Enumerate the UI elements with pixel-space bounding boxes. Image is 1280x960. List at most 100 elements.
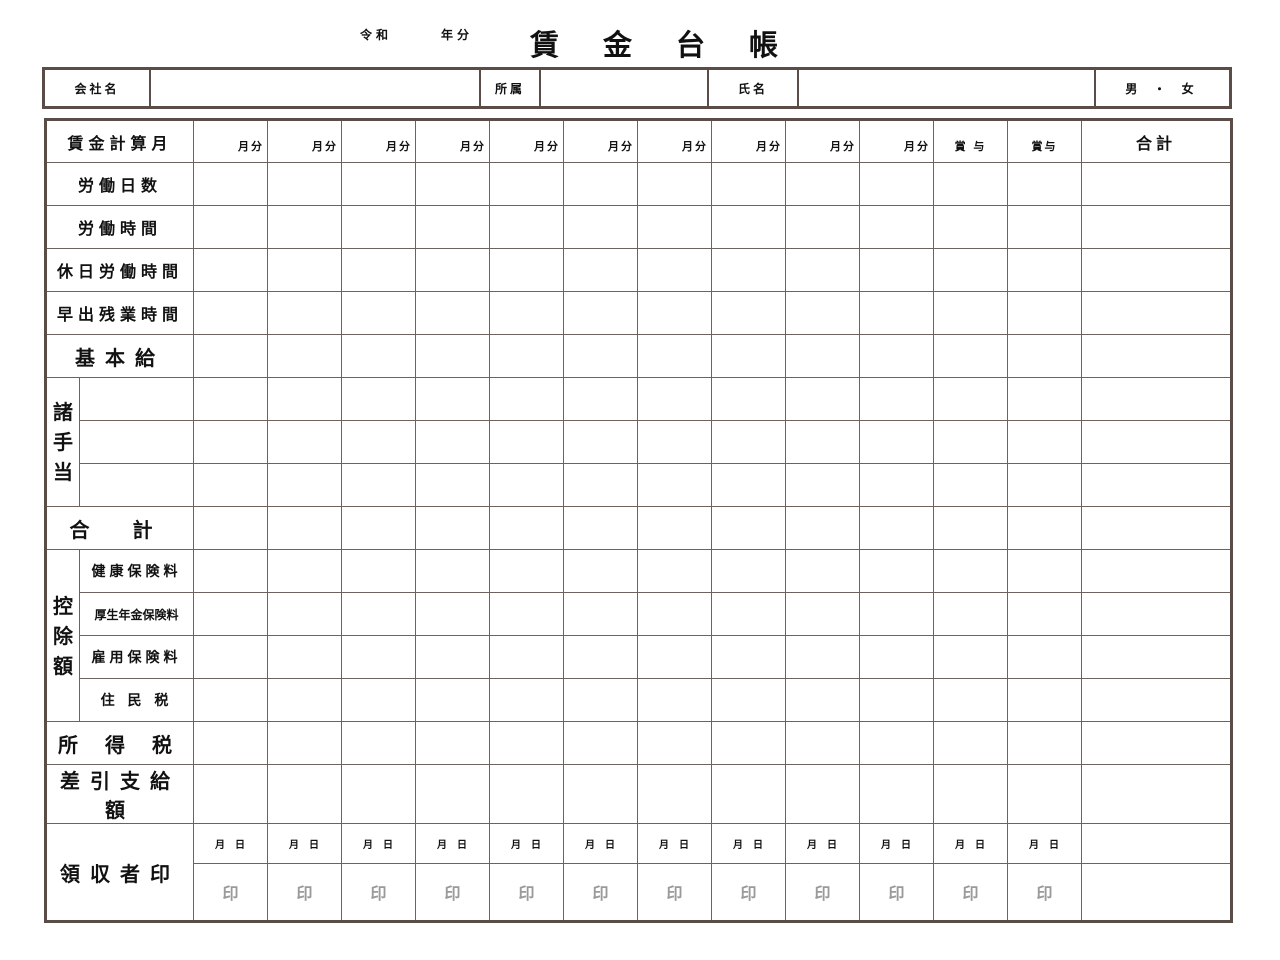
work_days-cell-2[interactable] xyxy=(267,162,342,206)
allowance-2-cell-13[interactable] xyxy=(1081,420,1232,464)
resident_tax-cell-2[interactable] xyxy=(267,678,342,722)
allowance-2-cell-9[interactable] xyxy=(785,420,860,464)
employment_ins-cell-9[interactable] xyxy=(785,635,860,679)
work_hours-cell-1[interactable] xyxy=(193,205,268,249)
health_ins-cell-2[interactable] xyxy=(267,549,342,593)
overtime_hours-cell-10[interactable] xyxy=(859,291,934,335)
work_days-cell-1[interactable] xyxy=(193,162,268,206)
overtime_hours-cell-8[interactable] xyxy=(711,291,786,335)
receipt-total-top[interactable] xyxy=(1081,823,1232,864)
net_pay-cell-3[interactable] xyxy=(341,764,416,824)
health_ins-cell-13[interactable] xyxy=(1081,549,1232,593)
health_ins-cell-6[interactable] xyxy=(563,549,638,593)
net_pay-cell-10[interactable] xyxy=(859,764,934,824)
health_ins-cell-10[interactable] xyxy=(859,549,934,593)
health_ins-cell-9[interactable] xyxy=(785,549,860,593)
allowance-3-cell-12[interactable] xyxy=(1007,463,1082,507)
allowance-name-2[interactable] xyxy=(79,420,194,464)
allowance-name-1[interactable] xyxy=(79,377,194,421)
holiday_hours-cell-8[interactable] xyxy=(711,248,786,292)
income_tax-cell-10[interactable] xyxy=(859,721,934,765)
work_hours-cell-13[interactable] xyxy=(1081,205,1232,249)
subtotal-cell-1[interactable] xyxy=(193,506,268,550)
allowance-name-3[interactable] xyxy=(79,463,194,507)
pension_ins-cell-8[interactable] xyxy=(711,592,786,636)
holiday_hours-cell-2[interactable] xyxy=(267,248,342,292)
receipt-date-2[interactable]: 月 日 xyxy=(267,823,342,864)
pension_ins-cell-5[interactable] xyxy=(489,592,564,636)
work_hours-cell-8[interactable] xyxy=(711,205,786,249)
pension_ins-cell-3[interactable] xyxy=(341,592,416,636)
allowance-3-cell-6[interactable] xyxy=(563,463,638,507)
work_days-cell-11[interactable] xyxy=(933,162,1008,206)
allowance-2-cell-11[interactable] xyxy=(933,420,1008,464)
work_hours-cell-5[interactable] xyxy=(489,205,564,249)
pension_ins-cell-1[interactable] xyxy=(193,592,268,636)
net_pay-cell-4[interactable] xyxy=(415,764,490,824)
base_salary-cell-12[interactable] xyxy=(1007,334,1082,378)
income_tax-cell-3[interactable] xyxy=(341,721,416,765)
subtotal-cell-13[interactable] xyxy=(1081,506,1232,550)
allowance-3-cell-10[interactable] xyxy=(859,463,934,507)
income_tax-cell-11[interactable] xyxy=(933,721,1008,765)
net_pay-cell-1[interactable] xyxy=(193,764,268,824)
allowance-3-cell-9[interactable] xyxy=(785,463,860,507)
net_pay-cell-7[interactable] xyxy=(637,764,712,824)
subtotal-cell-9[interactable] xyxy=(785,506,860,550)
receipt-date-9[interactable]: 月 日 xyxy=(785,823,860,864)
income_tax-cell-13[interactable] xyxy=(1081,721,1232,765)
base_salary-cell-9[interactable] xyxy=(785,334,860,378)
base_salary-cell-11[interactable] xyxy=(933,334,1008,378)
seal-cell-12[interactable]: 印 xyxy=(1007,863,1082,922)
allowance-2-cell-1[interactable] xyxy=(193,420,268,464)
seal-cell-1[interactable]: 印 xyxy=(193,863,268,922)
allowance-1-cell-5[interactable] xyxy=(489,377,564,421)
receipt-total-bottom[interactable] xyxy=(1081,863,1232,922)
base_salary-cell-6[interactable] xyxy=(563,334,638,378)
allowance-3-cell-11[interactable] xyxy=(933,463,1008,507)
employment_ins-cell-12[interactable] xyxy=(1007,635,1082,679)
subtotal-cell-12[interactable] xyxy=(1007,506,1082,550)
resident_tax-cell-6[interactable] xyxy=(563,678,638,722)
receipt-date-7[interactable]: 月 日 xyxy=(637,823,712,864)
overtime_hours-cell-12[interactable] xyxy=(1007,291,1082,335)
income_tax-cell-1[interactable] xyxy=(193,721,268,765)
resident_tax-cell-1[interactable] xyxy=(193,678,268,722)
net_pay-cell-6[interactable] xyxy=(563,764,638,824)
resident_tax-cell-13[interactable] xyxy=(1081,678,1232,722)
health_ins-cell-7[interactable] xyxy=(637,549,712,593)
resident_tax-cell-5[interactable] xyxy=(489,678,564,722)
subtotal-cell-6[interactable] xyxy=(563,506,638,550)
allowance-2-cell-10[interactable] xyxy=(859,420,934,464)
seal-cell-7[interactable]: 印 xyxy=(637,863,712,922)
pension_ins-cell-10[interactable] xyxy=(859,592,934,636)
allowance-1-cell-11[interactable] xyxy=(933,377,1008,421)
allowance-2-cell-2[interactable] xyxy=(267,420,342,464)
subtotal-cell-7[interactable] xyxy=(637,506,712,550)
holiday_hours-cell-12[interactable] xyxy=(1007,248,1082,292)
allowance-3-cell-4[interactable] xyxy=(415,463,490,507)
allowance-1-cell-9[interactable] xyxy=(785,377,860,421)
allowance-1-cell-2[interactable] xyxy=(267,377,342,421)
employment_ins-cell-7[interactable] xyxy=(637,635,712,679)
employment_ins-cell-3[interactable] xyxy=(341,635,416,679)
base_salary-cell-1[interactable] xyxy=(193,334,268,378)
subtotal-cell-4[interactable] xyxy=(415,506,490,550)
allowance-2-cell-8[interactable] xyxy=(711,420,786,464)
allowance-1-cell-7[interactable] xyxy=(637,377,712,421)
work_hours-cell-10[interactable] xyxy=(859,205,934,249)
pension_ins-cell-11[interactable] xyxy=(933,592,1008,636)
net_pay-cell-13[interactable] xyxy=(1081,764,1232,824)
net_pay-cell-12[interactable] xyxy=(1007,764,1082,824)
subtotal-cell-10[interactable] xyxy=(859,506,934,550)
resident_tax-cell-7[interactable] xyxy=(637,678,712,722)
employment_ins-cell-5[interactable] xyxy=(489,635,564,679)
holiday_hours-cell-1[interactable] xyxy=(193,248,268,292)
subtotal-cell-5[interactable] xyxy=(489,506,564,550)
work_days-cell-4[interactable] xyxy=(415,162,490,206)
income_tax-cell-5[interactable] xyxy=(489,721,564,765)
allowance-1-cell-6[interactable] xyxy=(563,377,638,421)
income_tax-cell-6[interactable] xyxy=(563,721,638,765)
base_salary-cell-2[interactable] xyxy=(267,334,342,378)
resident_tax-cell-12[interactable] xyxy=(1007,678,1082,722)
